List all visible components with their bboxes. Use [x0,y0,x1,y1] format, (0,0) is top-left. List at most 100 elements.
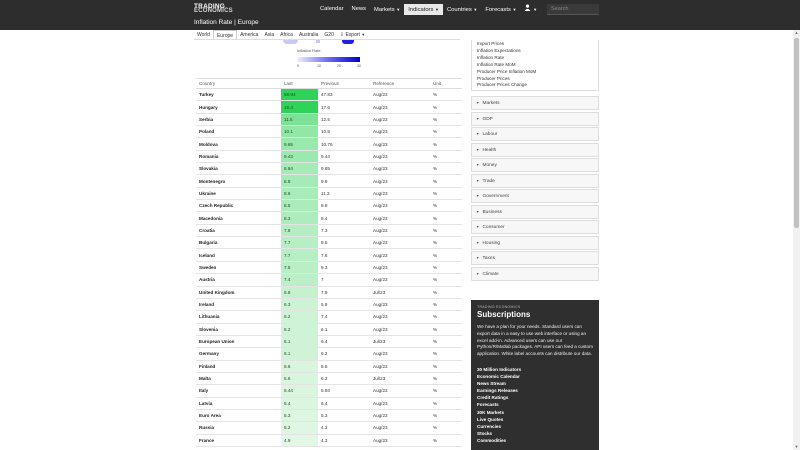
country-cell[interactable]: Croatia [196,224,281,238]
table-row: Serbia 11.5 12.5 Aug/23% [196,113,462,127]
indicator-link[interactable]: Import Prices [477,41,593,48]
column-header-unit[interactable]: Unit [430,78,462,89]
subscription-feature[interactable]: 30 Million Indicators [477,366,593,373]
country-cell[interactable]: Serbia [196,113,281,127]
indicator-link[interactable]: Producer Prices Change [477,82,593,89]
category-labour[interactable]: ▼ Labour [471,127,599,141]
table-row: Czech Republic 8.5 8.8 Aug/23% [196,199,462,213]
country-cell[interactable]: Sweden [196,261,281,275]
country-cell[interactable]: Romania [196,150,281,164]
previous-value-cell: 10.8 [318,125,370,139]
country-cell[interactable]: Montenegro [196,174,281,188]
indicator-link[interactable]: Inflation Rate MoM [477,62,593,69]
site-logo[interactable]: TRADING ECONOMICS [194,3,233,14]
country-cell[interactable]: United Kingdom [196,286,281,299]
subscription-feature[interactable]: Economic Calendar [477,373,593,380]
legend-color-scale [297,57,360,62]
country-cell[interactable]: Russia [196,421,281,435]
indicator-link[interactable]: Inflation Expectations [477,48,593,55]
country-cell[interactable]: France [196,434,281,447]
subscription-feature[interactable]: Live Quotes [477,416,593,423]
search-input[interactable]: Search [547,4,599,15]
previous-value-cell: 6.4 [318,335,370,349]
column-header-previous[interactable]: Previous [318,78,370,89]
indicator-link[interactable]: Producer Price Inflation MoM [477,69,593,76]
country-cell[interactable]: Malta [196,372,281,386]
scroll-up-icon[interactable]: ▲ [793,30,800,36]
reference-cell: Aug/23 [370,211,430,225]
category-climate[interactable]: ▼ Climate [471,266,599,281]
legend-tick: 0 [297,64,299,68]
country-cell[interactable]: Austria [196,273,281,287]
country-cell[interactable]: Turkey [196,88,281,102]
nav-calendar[interactable]: Calendar [316,4,348,15]
last-value-cell: 8.8 [281,174,318,188]
subscription-feature[interactable]: 30K Markets [477,409,593,416]
column-header-country[interactable]: Country [196,78,281,89]
subscription-feature[interactable]: Credit Ratings [477,394,593,401]
nav-markets[interactable]: Markets ▼ [370,4,404,15]
country-cell[interactable]: Macedonia [196,211,281,225]
category-government[interactable]: ▼ Government [471,189,599,203]
country-cell[interactable]: Euro Area [196,409,281,423]
country-cell[interactable]: Hungary [196,100,281,114]
category-gdp[interactable]: ▼ GDP [471,111,599,126]
subscription-feature[interactable]: Commodities [477,437,593,444]
table-row: Ireland 6.3 5.8 Aug/23% [196,298,462,312]
nav-news[interactable]: News [348,4,371,15]
page-title: Inflation Rate | Europe [194,19,259,26]
country-cell[interactable]: Moldova [196,137,281,151]
nav-countries[interactable]: Countries ▼ [443,4,481,15]
reference-cell: Aug/23 [370,434,430,447]
country-cell[interactable]: Ireland [196,298,281,312]
reference-cell: Aug/23 [370,236,430,250]
indicator-link[interactable]: Producer Prices [477,76,593,83]
category-trade[interactable]: ▼ Trade [471,173,599,188]
scrollbar-thumb[interactable] [794,38,799,228]
country-cell[interactable]: Ukraine [196,187,281,201]
chevron-down-icon: ▼ [476,271,480,276]
country-cell[interactable]: Finland [196,360,281,373]
category-taxes[interactable]: ▼ Taxes [471,251,599,265]
category-housing[interactable]: ▼ Housing [471,235,599,250]
category-markets[interactable]: ▼ Markets [471,96,599,110]
country-cell[interactable]: Czech Republic [196,199,281,213]
country-cell[interactable]: European Union [196,335,281,349]
country-cell[interactable]: Slovenia [196,323,281,336]
subscription-feature[interactable]: News Stream [477,380,593,387]
scroll-down-icon[interactable]: ▼ [793,444,800,450]
category-health[interactable]: ▼ Health [471,142,599,157]
category-money[interactable]: ▼ Money [471,158,599,172]
subscriptions-title[interactable]: Subscriptions [477,310,593,319]
country-cell[interactable]: Latvia [196,397,281,410]
subscription-feature[interactable]: Stocks [477,430,593,437]
subscription-feature[interactable]: Currencies [477,423,593,430]
user-menu[interactable]: ▼ [520,4,541,15]
country-cell[interactable]: Iceland [196,248,281,262]
reference-cell: Aug/23 [370,360,430,373]
country-cell[interactable]: Germany [196,347,281,361]
subscription-feature[interactable]: Forecasts [477,401,593,408]
nav-forecasts[interactable]: Forecasts ▼ [481,4,520,15]
page-scrollbar[interactable]: ▲ ▼ [793,30,800,450]
country-cell[interactable]: Bulgaria [196,236,281,250]
subscription-feature[interactable]: Earnings Releases [477,387,593,394]
country-cell[interactable]: Italy [196,384,281,398]
unit-cell: % [430,372,462,386]
indicator-link[interactable]: Inflation Rate [477,55,593,62]
nav-indicators[interactable]: Indicators ▼ [404,4,443,15]
last-value-cell: 7.4 [281,273,318,287]
category-business[interactable]: ▼ Business [471,204,599,219]
subscriptions-panel: TRADING ECONOMICS Subscriptions We have … [471,300,599,450]
column-header-last[interactable]: Last [281,78,318,89]
previous-value-cell: 4.3 [318,421,370,435]
category-label: Health [482,147,497,153]
column-header-reference[interactable]: Reference [370,78,430,89]
previous-value-cell: 8.8 [318,199,370,213]
country-cell[interactable]: Lithuania [196,310,281,324]
last-value-cell: 6.2 [281,323,318,336]
country-cell[interactable]: Slovakia [196,162,281,176]
category-consumer[interactable]: ▼ Consumer [471,220,599,234]
previous-value-cell: 12.5 [318,113,370,127]
country-cell[interactable]: Poland [196,125,281,139]
